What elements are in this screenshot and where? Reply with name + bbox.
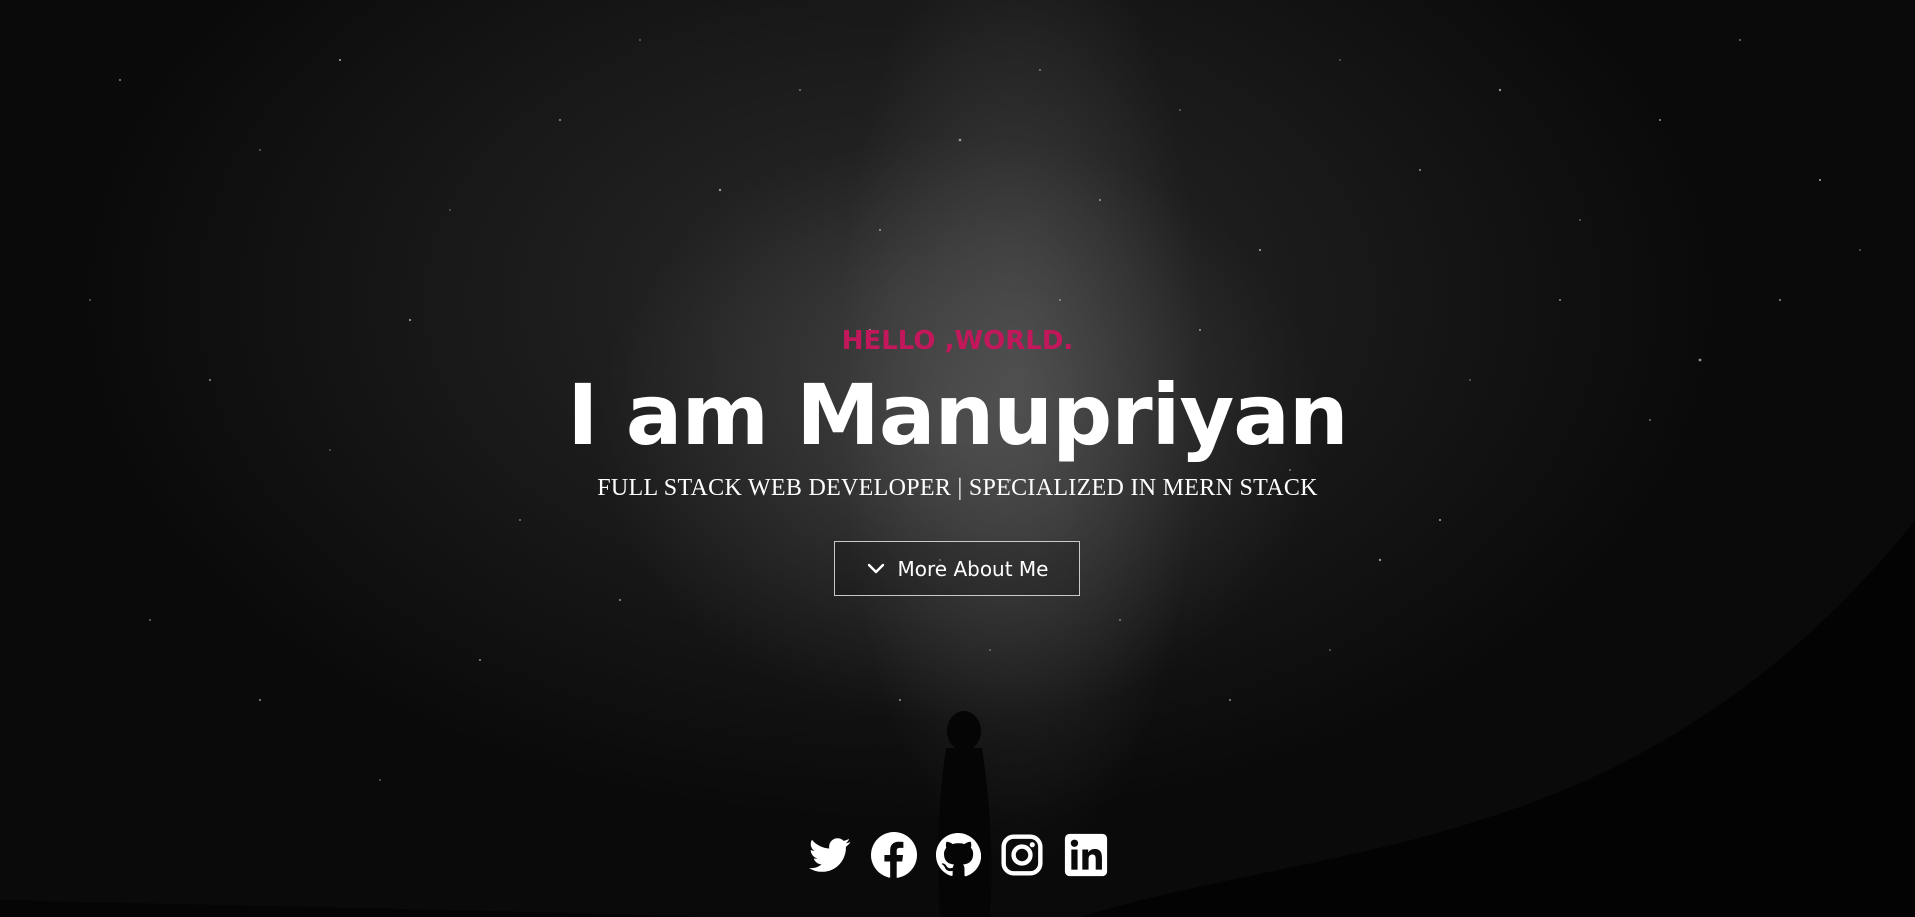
facebook-icon <box>870 832 917 878</box>
hero-section: HELLO ,WORLD. I am Manupriyan FULL STACK… <box>0 0 1915 917</box>
twitter-icon <box>806 834 854 876</box>
social-links <box>0 830 1915 880</box>
facebook-link[interactable] <box>869 830 919 880</box>
person-silhouette <box>938 711 992 917</box>
more-about-me-button[interactable]: More About Me <box>834 541 1080 596</box>
github-link[interactable] <box>933 830 983 880</box>
instagram-icon <box>1000 833 1044 877</box>
more-about-me-label: More About Me <box>897 556 1049 581</box>
hero-headline: I am Manupriyan <box>567 366 1348 464</box>
linkedin-link[interactable] <box>1061 830 1111 880</box>
hero-kicker: HELLO ,WORLD. <box>841 326 1074 356</box>
instagram-link[interactable] <box>997 830 1047 880</box>
twitter-link[interactable] <box>805 830 855 880</box>
hero-subtitle: FULL STACK WEB DEVELOPER | SPECIALIZED I… <box>597 475 1318 501</box>
github-icon <box>935 832 981 878</box>
chevron-down-icon <box>866 562 886 576</box>
linkedin-icon <box>1064 833 1108 877</box>
